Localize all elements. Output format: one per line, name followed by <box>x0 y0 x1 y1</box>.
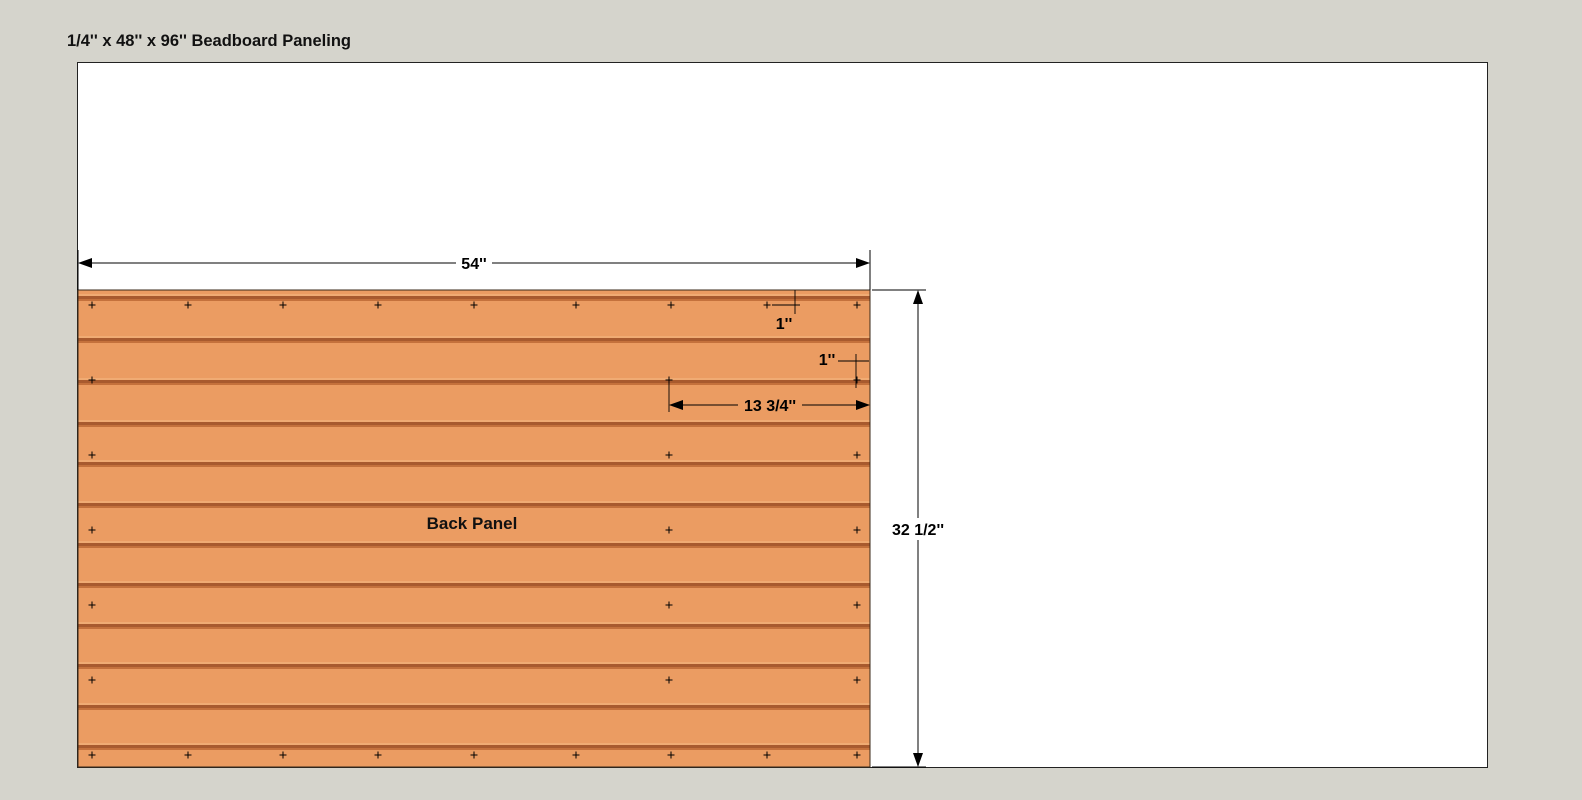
height-label: 32 1/2'' <box>892 522 944 539</box>
drawing-canvas: 1/4'' x 48'' x 96'' Beadboard Paneling B… <box>0 0 1582 800</box>
groove-line <box>78 705 870 708</box>
groove-line <box>78 503 870 506</box>
groove-shadow <box>78 667 870 669</box>
groove-highlight <box>78 501 870 503</box>
groove-line <box>78 624 870 627</box>
groove-shadow <box>78 506 870 508</box>
groove-highlight <box>78 743 870 745</box>
groove-highlight <box>78 378 870 380</box>
groove-line <box>78 296 870 299</box>
groove-shadow <box>78 586 870 588</box>
groove-highlight <box>78 581 870 583</box>
groove-highlight <box>78 541 870 543</box>
groove-line <box>78 583 870 586</box>
groove-line <box>78 380 870 383</box>
groove-highlight <box>78 622 870 624</box>
width-label: 54'' <box>461 256 486 273</box>
groove-line <box>78 422 870 425</box>
groove-line <box>78 338 870 341</box>
groove-highlight <box>78 336 870 338</box>
groove-highlight <box>78 460 870 462</box>
groove-shadow <box>78 341 870 343</box>
side-inset-label: 1'' <box>819 352 836 369</box>
groove-shadow <box>78 299 870 301</box>
groove-line <box>78 664 870 667</box>
groove-highlight <box>78 662 870 664</box>
groove-shadow <box>78 383 870 385</box>
back-panel: Back Panel <box>77 289 871 768</box>
panel-label: Back Panel <box>427 514 518 533</box>
groove-line <box>78 543 870 546</box>
groove-line <box>78 745 870 748</box>
groove-highlight <box>78 294 870 296</box>
groove-shadow <box>78 465 870 467</box>
groove-shadow <box>78 708 870 710</box>
groove-shadow <box>78 748 870 750</box>
cut-diagram: Back Panel 54'' 32 1/2'' 1'' 1'' 13 3/4'… <box>77 62 1488 768</box>
groove-shadow <box>78 627 870 629</box>
top-inset-label: 1'' <box>776 316 793 333</box>
groove-shadow <box>78 546 870 548</box>
nail-spacing-label: 13 3/4'' <box>744 398 796 415</box>
groove-highlight <box>78 703 870 705</box>
groove-highlight <box>78 420 870 422</box>
groove-shadow <box>78 425 870 427</box>
groove-line <box>78 462 870 465</box>
